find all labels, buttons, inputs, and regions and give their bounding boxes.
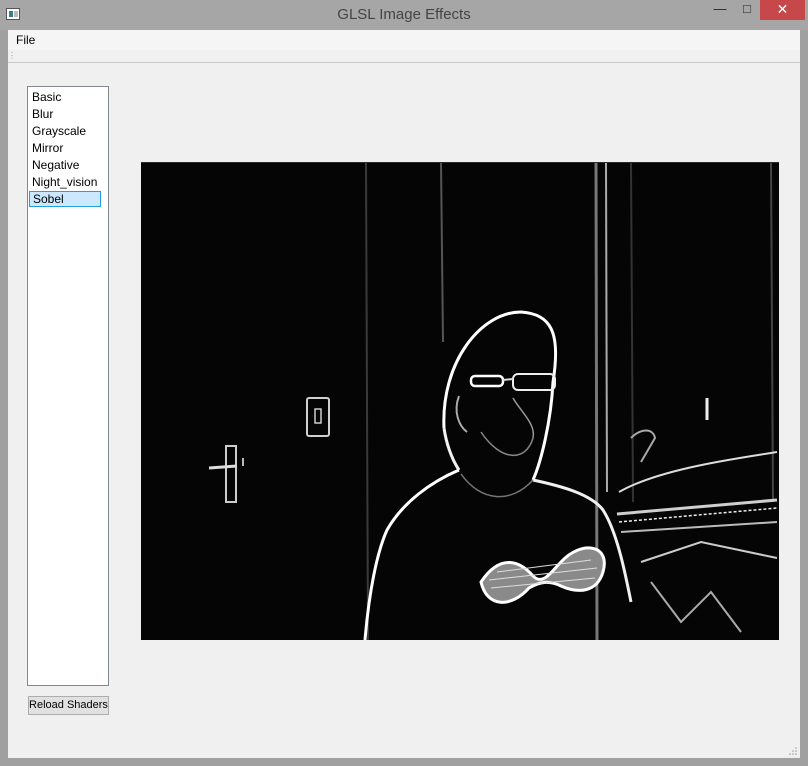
title-bar[interactable]: GLSL Image Effects — □ ✕ <box>0 0 808 30</box>
shader-item-night-vision[interactable]: Night_vision <box>31 174 104 190</box>
app-window: GLSL Image Effects — □ ✕ File ⋮ Basic Bl… <box>0 0 808 766</box>
menu-file[interactable]: File <box>12 30 39 50</box>
shader-item-mirror[interactable]: Mirror <box>31 140 104 156</box>
toolbar-grip-icon[interactable]: ⋮ <box>8 52 16 60</box>
shader-item-blur[interactable]: Blur <box>31 106 104 122</box>
size-grip-icon[interactable] <box>788 746 798 756</box>
shader-item-sobel[interactable]: Sobel <box>29 191 101 207</box>
sobel-edge-image <box>141 162 779 640</box>
shader-item-grayscale[interactable]: Grayscale <box>31 123 104 139</box>
shader-item-basic[interactable]: Basic <box>31 89 104 105</box>
image-preview <box>141 162 779 640</box>
shader-list[interactable]: Basic Blur Grayscale Mirror Negative Nig… <box>27 86 109 686</box>
minimize-button[interactable]: — <box>706 0 734 20</box>
menu-bar: File <box>8 30 800 50</box>
reload-shaders-button[interactable]: Reload Shaders <box>28 696 109 715</box>
window-title: GLSL Image Effects <box>337 6 471 23</box>
shader-item-negative[interactable]: Negative <box>31 157 104 173</box>
toolbar: ⋮ <box>8 50 800 63</box>
maximize-button[interactable]: □ <box>734 0 760 20</box>
client-area: File ⋮ Basic Blur Grayscale Mirror Negat… <box>8 30 800 758</box>
close-button[interactable]: ✕ <box>760 0 805 20</box>
